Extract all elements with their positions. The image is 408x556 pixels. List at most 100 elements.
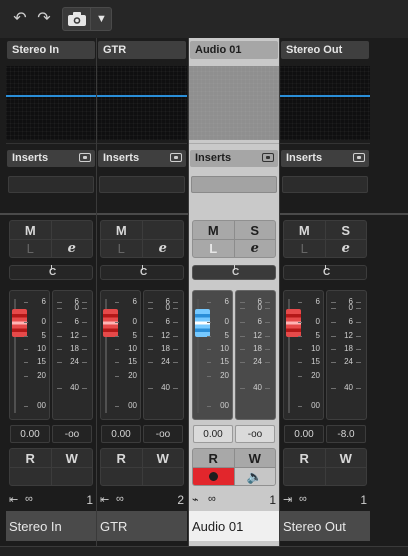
write-button[interactable]: W bbox=[233, 449, 276, 467]
mute-button[interactable]: M bbox=[284, 221, 325, 239]
write-button[interactable]: W bbox=[324, 449, 367, 467]
inserts-header[interactable]: Inserts bbox=[7, 150, 95, 167]
channel-header-name[interactable]: Stereo Out bbox=[281, 41, 369, 59]
listen-button[interactable]: L bbox=[284, 240, 325, 257]
pan-label: C bbox=[140, 267, 148, 278]
waveform-line bbox=[97, 95, 187, 97]
dropdown-arrow-icon[interactable]: ▼ bbox=[90, 8, 112, 30]
mute-button[interactable]: M bbox=[10, 221, 51, 239]
inserts-label: Inserts bbox=[286, 152, 323, 164]
fader-scale-tick: 15 bbox=[37, 357, 46, 366]
insert-slot[interactable] bbox=[99, 176, 185, 193]
inserts-header[interactable]: Inserts bbox=[98, 150, 186, 167]
insert-slot[interactable] bbox=[8, 176, 94, 193]
channel-strip[interactable]: Stereo Out Inserts M S L e C 6 0 5 10 15 20 00… bbox=[280, 38, 370, 546]
fader-scale-tick: 0 bbox=[315, 317, 320, 326]
mute-button[interactable]: M bbox=[101, 221, 142, 239]
peak-value[interactable]: -oo bbox=[235, 425, 275, 443]
listen-button[interactable]: L bbox=[193, 240, 234, 257]
pan-control[interactable]: C bbox=[100, 265, 184, 280]
camera-icon[interactable] bbox=[67, 11, 87, 27]
edit-button[interactable]: e bbox=[324, 240, 367, 257]
power-icon[interactable] bbox=[262, 153, 274, 162]
fader-cap[interactable] bbox=[103, 309, 118, 337]
insert-slot[interactable] bbox=[191, 176, 277, 193]
channel-header-name[interactable]: Audio 01 bbox=[190, 41, 278, 59]
pan-control[interactable]: C bbox=[283, 265, 367, 280]
waveform-line bbox=[280, 95, 370, 97]
fader-area[interactable]: 6 0 5 10 15 20 00 bbox=[9, 290, 50, 420]
channel-header-name[interactable]: Stereo In bbox=[7, 41, 95, 59]
link-icon[interactable]: ∞ bbox=[25, 493, 33, 505]
output-routing-icon[interactable]: ⇥ bbox=[283, 493, 292, 506]
listen-button[interactable]: L bbox=[10, 240, 51, 257]
routing-row: ⇤ ∞ 2 bbox=[100, 493, 184, 507]
channel-name[interactable]: Stereo Out bbox=[280, 511, 370, 541]
read-button[interactable]: R bbox=[284, 449, 325, 467]
inserts-header[interactable]: Inserts bbox=[281, 150, 369, 167]
fader-tick-line bbox=[24, 362, 28, 363]
record-enable-button[interactable] bbox=[193, 468, 234, 485]
insert-slot[interactable] bbox=[282, 176, 368, 193]
input-routing-icon[interactable]: ⇤ bbox=[100, 493, 109, 506]
undo-icon[interactable]: ↶ bbox=[8, 7, 32, 29]
meter-tick-line bbox=[82, 349, 87, 350]
solo-button[interactable] bbox=[141, 221, 184, 239]
peak-value[interactable]: -8.0 bbox=[326, 425, 366, 443]
link-icon[interactable]: ∞ bbox=[299, 493, 307, 505]
peak-value[interactable]: -oo bbox=[143, 425, 183, 443]
read-button[interactable]: R bbox=[193, 449, 234, 467]
audio-icon[interactable]: ⌁ bbox=[192, 493, 199, 506]
volume-value[interactable]: 0.00 bbox=[101, 425, 141, 443]
pan-control[interactable]: C bbox=[9, 265, 93, 280]
listen-button[interactable]: L bbox=[101, 240, 142, 257]
peak-value[interactable]: -oo bbox=[52, 425, 92, 443]
channel-name[interactable]: Stereo In bbox=[6, 511, 96, 541]
power-icon[interactable] bbox=[170, 153, 182, 162]
meter-tick-line bbox=[173, 308, 178, 309]
write-button[interactable]: W bbox=[50, 449, 93, 467]
link-icon[interactable]: ∞ bbox=[116, 493, 124, 505]
edit-button[interactable]: e bbox=[141, 240, 184, 257]
meter-scale-tick: 18 bbox=[253, 344, 262, 353]
fader-tick-line bbox=[24, 302, 28, 303]
power-icon[interactable] bbox=[353, 153, 365, 162]
read-button[interactable]: R bbox=[10, 449, 51, 467]
meter-tick-line bbox=[240, 302, 245, 303]
channel-number: 1 bbox=[86, 493, 93, 507]
fader-cap[interactable] bbox=[195, 309, 210, 337]
channel-strip[interactable]: Audio 01 Inserts M S L e C 6 0 5 10 15 20 00 4… bbox=[189, 38, 279, 546]
channel-name[interactable]: GTR bbox=[97, 511, 187, 541]
volume-value[interactable]: 0.00 bbox=[284, 425, 324, 443]
fader-scale-tick: 20 bbox=[220, 371, 229, 380]
volume-value[interactable]: 0.00 bbox=[10, 425, 50, 443]
fader-cap[interactable] bbox=[12, 309, 27, 337]
fader-area[interactable]: 6 0 5 10 15 20 00 bbox=[192, 290, 233, 420]
edit-button[interactable]: e bbox=[233, 240, 276, 257]
edit-button[interactable]: e bbox=[50, 240, 93, 257]
input-routing-icon[interactable]: ⇤ bbox=[9, 493, 18, 506]
channel-strip[interactable]: Stereo In Inserts M L e C 6 0 5 10 15 20 00 40… bbox=[6, 38, 96, 546]
fader-area[interactable]: 6 0 5 10 15 20 00 bbox=[283, 290, 324, 420]
inserts-header[interactable]: Inserts bbox=[190, 150, 278, 167]
solo-button[interactable]: S bbox=[324, 221, 367, 239]
channel-strip[interactable]: GTR Inserts M L e C 6 0 5 10 15 20 00 40 24 18 12… bbox=[97, 38, 187, 546]
mute-button[interactable]: M bbox=[193, 221, 234, 239]
power-icon[interactable] bbox=[79, 153, 91, 162]
solo-button[interactable]: S bbox=[233, 221, 276, 239]
link-icon[interactable]: ∞ bbox=[208, 493, 216, 505]
monitor-button[interactable]: 🔈 bbox=[233, 468, 275, 485]
channel-header-name[interactable]: GTR bbox=[98, 41, 186, 59]
read-button[interactable]: R bbox=[101, 449, 142, 467]
write-button[interactable]: W bbox=[141, 449, 184, 467]
redo-icon[interactable]: ↷ bbox=[32, 7, 56, 29]
solo-button[interactable] bbox=[50, 221, 93, 239]
volume-value[interactable]: 0.00 bbox=[193, 425, 233, 443]
meter-scale-tick: 40 bbox=[253, 383, 262, 392]
meter-scale-tick: 24 bbox=[344, 357, 353, 366]
pan-control[interactable]: C bbox=[192, 265, 276, 280]
channel-name[interactable]: Audio 01 bbox=[189, 511, 279, 541]
fader-area[interactable]: 6 0 5 10 15 20 00 bbox=[100, 290, 141, 420]
fader-cap[interactable] bbox=[286, 309, 301, 337]
fader-scale-tick: 10 bbox=[128, 344, 137, 353]
